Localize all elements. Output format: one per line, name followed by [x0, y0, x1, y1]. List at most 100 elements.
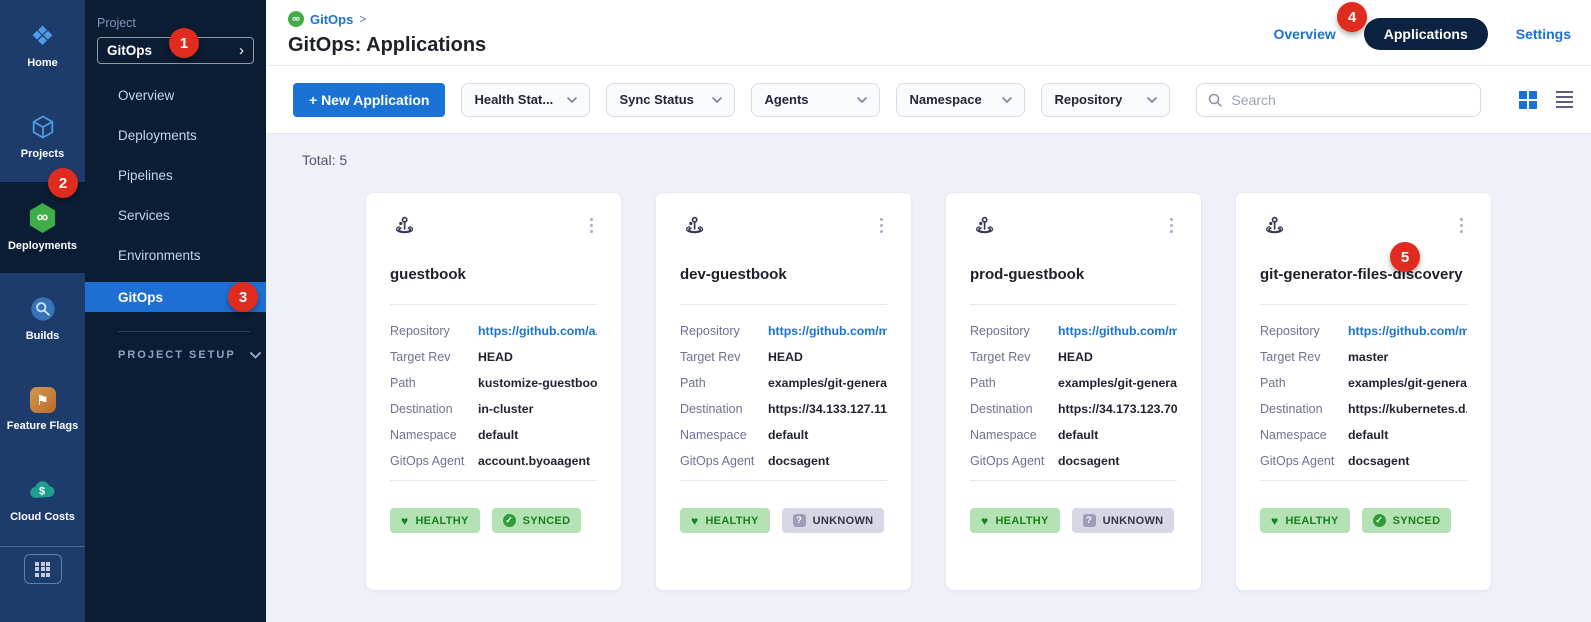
tab-settings[interactable]: Settings — [1516, 26, 1571, 42]
rail-item-label: Home — [27, 57, 58, 69]
breadcrumb-separator: > — [359, 12, 366, 26]
list-view-icon[interactable] — [1556, 91, 1573, 109]
field-value: https://github.com/a... — [478, 324, 597, 338]
chevron-down-icon — [1002, 97, 1012, 103]
card-divider — [970, 480, 1177, 481]
field-label: Path — [970, 376, 1058, 390]
tab-applications[interactable]: Applications — [1364, 18, 1488, 50]
tab-overview[interactable]: Overview — [1273, 26, 1335, 42]
card-field-row: GitOps Agent docsagent — [1260, 454, 1467, 468]
app-card-rows: Repository https://github.com/m... Targe… — [970, 324, 1177, 468]
field-value: https://github.com/m... — [1058, 324, 1177, 338]
field-value: https://34.173.123.70 — [1058, 402, 1177, 416]
filter-repository[interactable]: Repository — [1041, 83, 1170, 117]
rail-item-feature-flags[interactable]: ⚑ Feature Flags — [0, 364, 85, 455]
filter-sync-status[interactable]: Sync Status — [606, 83, 735, 117]
application-card[interactable]: prod-guestbook Repository https://github… — [945, 192, 1202, 591]
field-value: https://kubernetes.d... — [1348, 402, 1467, 416]
card-field-row: GitOps Agent account.byoaagent — [390, 454, 597, 468]
total-count: Total: 5 — [302, 152, 1591, 168]
rail-item-label: Builds — [26, 330, 60, 342]
card-field-row: Destination https://kubernetes.d... — [1260, 402, 1467, 416]
field-label: Namespace — [390, 428, 478, 442]
field-value: default — [1058, 428, 1177, 442]
field-label: GitOps Agent — [680, 454, 768, 468]
card-field-row: Destination https://34.133.127.118 — [680, 402, 887, 416]
card-divider — [1260, 304, 1467, 305]
card-menu-button[interactable] — [586, 215, 597, 236]
application-card[interactable]: guestbook Repository https://github.com/… — [365, 192, 622, 591]
svg-text:$: $ — [38, 486, 44, 498]
status-badges: HEALTHY UNKNOWN — [680, 508, 887, 533]
project-setup-toggle[interactable]: PROJECT SETUP — [118, 349, 266, 361]
rail-item-label: Deployments — [8, 240, 77, 252]
rail-item-builds[interactable]: Builds — [0, 273, 85, 364]
new-application-button[interactable]: + New Application — [293, 83, 445, 117]
card-field-row: Namespace default — [1260, 428, 1467, 442]
module-rail: ❖ Home Projects ∞ Deployments Builds ⚑ F… — [0, 0, 85, 622]
card-divider — [390, 480, 597, 481]
filter-namespace[interactable]: Namespace — [896, 83, 1025, 117]
grid-dots-icon — [35, 562, 50, 577]
card-field-row: Path examples/git-genera... — [1260, 376, 1467, 390]
health-icon — [691, 515, 698, 527]
field-label: Repository — [970, 324, 1058, 338]
project-selector[interactable]: GitOps › — [97, 37, 254, 64]
card-field-row: Target Rev HEAD — [680, 350, 887, 364]
app-card-title: git-generator-files-discovery — [1260, 266, 1467, 283]
app-card-rows: Repository https://github.com/a... Targe… — [390, 324, 597, 468]
header-tabs: Overview Applications Settings — [1273, 17, 1571, 51]
rail-item-home[interactable]: ❖ Home — [0, 0, 85, 91]
projects-cube-icon — [29, 113, 57, 141]
search-box — [1196, 83, 1481, 117]
builds-icon — [29, 295, 57, 323]
sidebar-item-deployments[interactable]: Deployments — [85, 115, 266, 155]
grid-view-icon[interactable] — [1519, 91, 1537, 109]
sidebar-item-gitops[interactable]: GitOps — [85, 282, 266, 312]
card-field-row: Destination https://34.173.123.70 — [970, 402, 1177, 416]
sync-icon — [503, 514, 516, 527]
card-menu-button[interactable] — [876, 215, 887, 236]
project-label: Project — [97, 16, 266, 30]
card-field-row: Repository https://github.com/m... — [1260, 324, 1467, 338]
rail-item-deployments[interactable]: ∞ Deployments — [0, 182, 85, 273]
card-field-row: Path examples/git-genera... — [970, 376, 1177, 390]
health-badge: HEALTHY — [390, 508, 480, 533]
application-card[interactable]: git-generator-files-discovery Repository… — [1235, 192, 1492, 591]
card-divider — [1260, 480, 1467, 481]
argo-app-icon — [390, 215, 417, 242]
sidebar-item-environments[interactable]: Environments — [85, 235, 266, 275]
sync-badge: SYNCED — [1362, 508, 1452, 533]
field-value: HEAD — [1058, 350, 1177, 364]
application-card[interactable]: dev-guestbook Repository https://github.… — [655, 192, 912, 591]
app-card-title: guestbook — [390, 266, 597, 283]
filter-agents[interactable]: Agents — [751, 83, 880, 117]
breadcrumb-link-gitops[interactable]: GitOps — [310, 12, 353, 27]
field-value: examples/git-genera... — [1348, 376, 1467, 390]
search-input[interactable] — [1231, 92, 1470, 108]
filter-health-status[interactable]: Health Stat... — [461, 83, 590, 117]
field-label: Repository — [390, 324, 478, 338]
field-value: examples/git-genera... — [768, 376, 887, 390]
sidebar-item-overview[interactable]: Overview — [85, 75, 266, 115]
project-setup-label: PROJECT SETUP — [118, 349, 236, 361]
breadcrumb: ∞ GitOps > — [288, 11, 486, 27]
rail-item-label: Feature Flags — [7, 420, 79, 432]
sidebar-item-services[interactable]: Services — [85, 195, 266, 235]
sidebar-divider — [118, 331, 250, 332]
app-card-title: prod-guestbook — [970, 266, 1177, 283]
field-label: Destination — [1260, 402, 1348, 416]
card-divider — [680, 304, 887, 305]
field-value: default — [478, 428, 597, 442]
sidebar-item-pipelines[interactable]: Pipelines — [85, 155, 266, 195]
rail-item-projects[interactable]: Projects — [0, 91, 85, 182]
field-label: GitOps Agent — [1260, 454, 1348, 468]
app-card-rows: Repository https://github.com/m... Targe… — [680, 324, 887, 468]
field-value: https://34.133.127.118 — [768, 402, 887, 416]
module-switcher-button[interactable] — [24, 554, 62, 584]
card-field-row: GitOps Agent docsagent — [680, 454, 887, 468]
card-menu-button[interactable] — [1166, 215, 1177, 236]
field-label: Namespace — [680, 428, 768, 442]
rail-item-cloud-costs[interactable]: $ Cloud Costs — [0, 455, 85, 546]
card-menu-button[interactable] — [1456, 215, 1467, 236]
